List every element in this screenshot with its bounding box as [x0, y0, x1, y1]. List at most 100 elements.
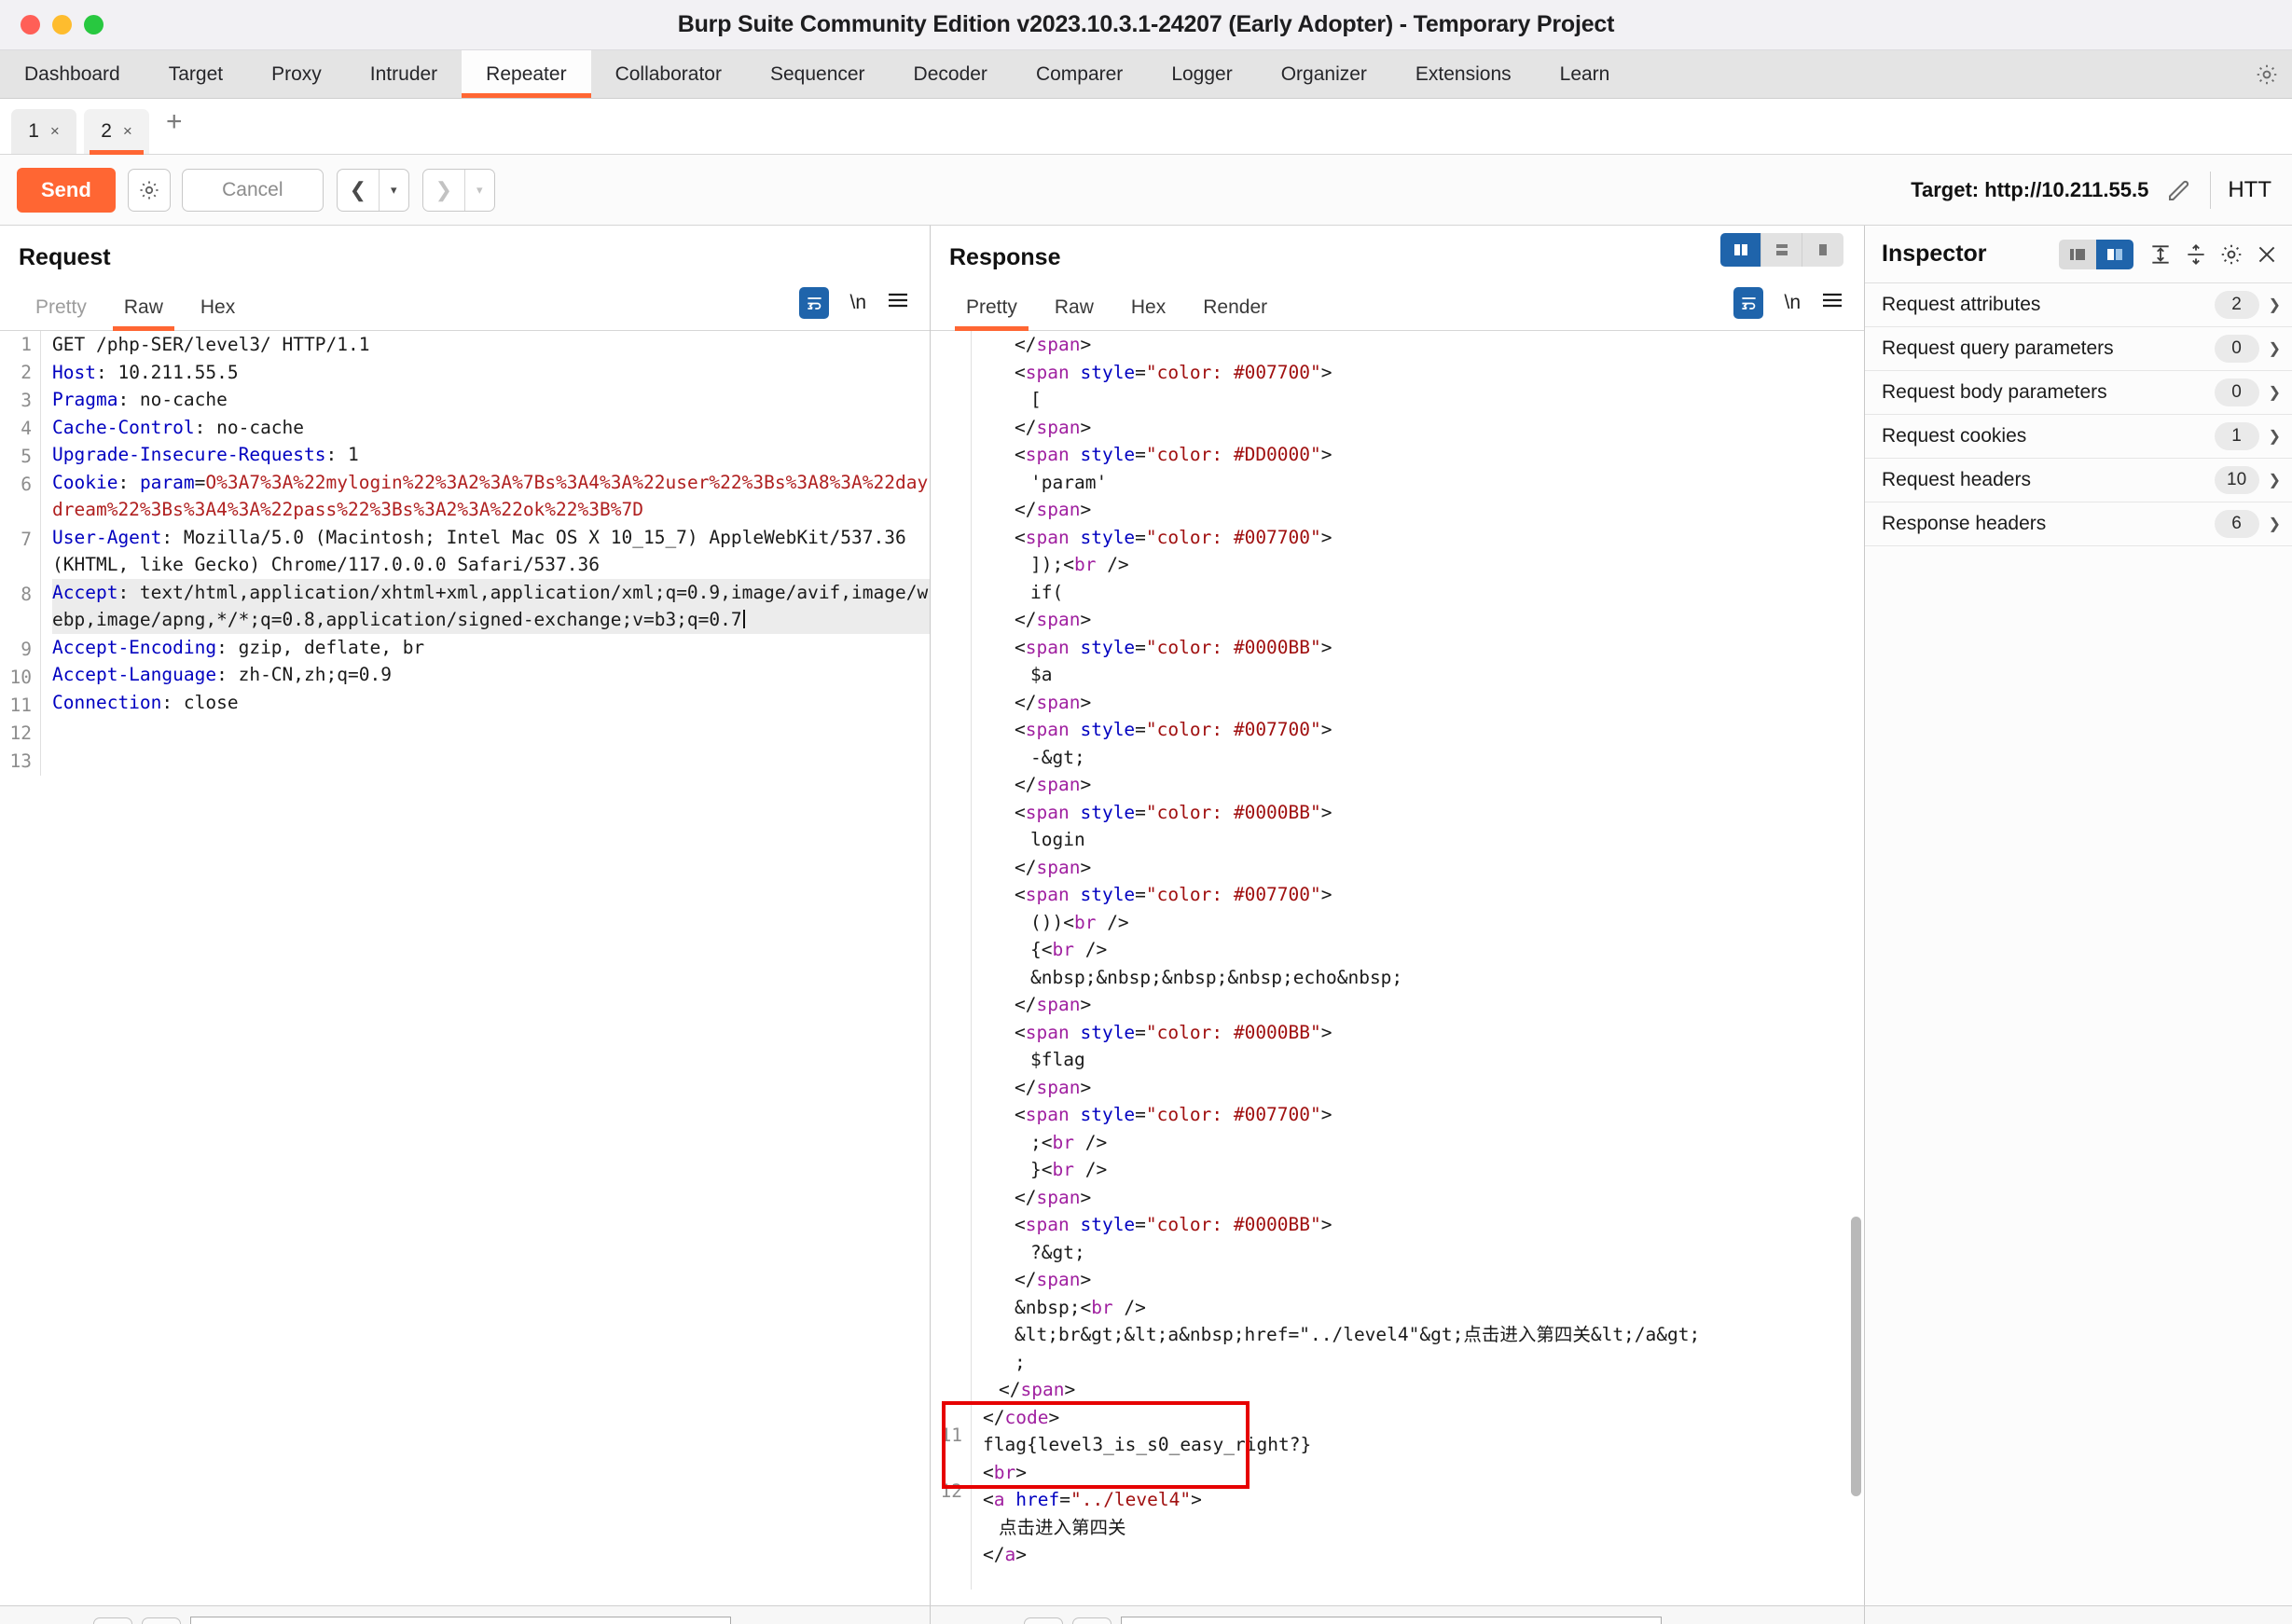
- code-line[interactable]: <a href="../level4">: [983, 1486, 1864, 1514]
- code-line[interactable]: &lt;br&gt;&lt;a&nbsp;href="../level4"&gt…: [983, 1321, 1864, 1349]
- nav-tab-decoder[interactable]: Decoder: [890, 50, 1012, 98]
- code-line[interactable]: </span>: [983, 414, 1864, 442]
- code-line[interactable]: [52, 716, 930, 744]
- code-line[interactable]: if(: [983, 579, 1864, 607]
- chevron-down-icon[interactable]: ❯: [2269, 471, 2286, 489]
- code-line[interactable]: </span>: [983, 991, 1864, 1019]
- add-repeater-tab-button[interactable]: +: [157, 107, 196, 145]
- arrow-right-icon[interactable]: →: [142, 1617, 181, 1624]
- code-line[interactable]: Pragma: no-cache: [52, 386, 930, 414]
- code-line[interactable]: Upgrade-Insecure-Requests: 1: [52, 441, 930, 469]
- code-line[interactable]: flag{level3_is_s0_easy_right?}: [983, 1431, 1864, 1459]
- code-line[interactable]: $a: [983, 661, 1864, 689]
- pencil-icon[interactable]: [2165, 176, 2193, 204]
- hamburger-menu-icon[interactable]: [887, 292, 909, 314]
- arrow-right-icon[interactable]: →: [1072, 1617, 1111, 1624]
- chevron-down-icon[interactable]: ❯: [2269, 515, 2286, 533]
- chevron-down-icon[interactable]: ▾: [378, 169, 408, 211]
- response-tab-hex[interactable]: Hex: [1112, 296, 1184, 330]
- code-line[interactable]: <span style="color: #0000BB">: [983, 1211, 1864, 1239]
- code-line[interactable]: <br>: [983, 1459, 1864, 1487]
- nav-tab-collaborator[interactable]: Collaborator: [591, 50, 746, 98]
- code-line[interactable]: <span style="color: #DD0000">: [983, 441, 1864, 469]
- nav-tab-intruder[interactable]: Intruder: [346, 50, 462, 98]
- code-line[interactable]: GET /php-SER/level3/ HTTP/1.1: [52, 331, 930, 359]
- hamburger-menu-icon[interactable]: [1821, 292, 1843, 314]
- response-tab-pretty[interactable]: Pretty: [947, 296, 1036, 331]
- inspector-row-request-attributes[interactable]: Request attributes 2 ❯: [1865, 283, 2292, 327]
- single-view-button[interactable]: [1802, 233, 1843, 267]
- code-line[interactable]: </span>: [983, 1376, 1864, 1404]
- request-tab-hex[interactable]: Hex: [182, 296, 254, 330]
- code-line[interactable]: [: [983, 386, 1864, 414]
- code-line[interactable]: </span>: [983, 606, 1864, 634]
- code-line[interactable]: </span>: [983, 496, 1864, 524]
- chevron-down-icon[interactable]: ❯: [2269, 427, 2286, 446]
- cancel-button[interactable]: Cancel: [181, 168, 324, 212]
- go-back-split-button[interactable]: ❮ ▾: [336, 168, 409, 212]
- gear-icon[interactable]: [2219, 242, 2244, 267]
- split-horizontal-view-button[interactable]: [1761, 233, 1802, 267]
- code-line[interactable]: $flag: [983, 1046, 1864, 1074]
- nav-tab-extensions[interactable]: Extensions: [1391, 50, 1536, 98]
- request-editor[interactable]: 1 2 3 4 5 6 7 8 9 10 11 12 13 GET /php-SER/level3/ H…: [0, 331, 930, 1605]
- code-line[interactable]: </span>: [983, 1266, 1864, 1294]
- request-code[interactable]: GET /php-SER/level3/ HTTP/1.1 Host: 10.21…: [41, 331, 930, 776]
- repeater-tab-2[interactable]: 2 ×: [84, 109, 149, 155]
- split-vertical-view-button[interactable]: [1720, 233, 1761, 267]
- code-line[interactable]: ?&gt;: [983, 1239, 1864, 1267]
- inspector-row-request-cookies[interactable]: Request cookies 1 ❯: [1865, 415, 2292, 459]
- code-line[interactable]: -&gt;: [983, 744, 1864, 772]
- close-icon[interactable]: ×: [123, 122, 132, 141]
- chevron-left-icon[interactable]: ❮: [338, 170, 379, 211]
- code-line[interactable]: ]);<br />: [983, 551, 1864, 579]
- inspector-row-request-body-parameters[interactable]: Request body parameters 0 ❯: [1865, 371, 2292, 415]
- chevron-down-icon[interactable]: ❯: [2269, 296, 2286, 314]
- inspector-layout-right-button[interactable]: [2096, 239, 2133, 269]
- code-line[interactable]: </span>: [983, 331, 1864, 359]
- gear-icon[interactable]: [2255, 50, 2292, 98]
- code-line[interactable]: <span style="color: #0000BB">: [983, 799, 1864, 827]
- code-line[interactable]: <span style="color: #007700">: [983, 524, 1864, 552]
- send-button[interactable]: Send: [17, 167, 116, 213]
- chevron-right-icon[interactable]: ❯: [423, 170, 464, 211]
- code-line[interactable]: Accept: text/html,application/xhtml+xml,…: [52, 578, 930, 634]
- code-line[interactable]: User-Agent: Mozilla/5.0 (Macintosh; Inte…: [52, 524, 930, 579]
- response-search-box[interactable]: [1121, 1616, 1662, 1624]
- close-icon[interactable]: ×: [50, 122, 60, 141]
- nav-tab-organizer[interactable]: Organizer: [1257, 50, 1391, 98]
- code-line[interactable]: &nbsp;<br />: [983, 1294, 1864, 1322]
- code-line[interactable]: <span style="color: #0000BB">: [983, 634, 1864, 662]
- chevron-down-icon[interactable]: ❯: [2269, 383, 2286, 402]
- code-line[interactable]: </span>: [983, 1074, 1864, 1102]
- code-line[interactable]: Cache-Control: no-cache: [52, 414, 930, 442]
- code-line[interactable]: 点击进入第四关: [983, 1514, 1864, 1542]
- code-line[interactable]: </span>: [983, 854, 1864, 882]
- code-line[interactable]: </a>: [983, 1541, 1864, 1569]
- word-wrap-icon[interactable]: [799, 287, 830, 319]
- inspector-row-response-headers[interactable]: Response headers 6 ❯: [1865, 502, 2292, 546]
- code-line[interactable]: <span style="color: #007700">: [983, 1101, 1864, 1129]
- repeater-tab-1[interactable]: 1 ×: [11, 109, 76, 154]
- nav-tab-comparer[interactable]: Comparer: [1012, 50, 1147, 98]
- code-line[interactable]: <span style="color: #007700">: [983, 716, 1864, 744]
- code-line[interactable]: Accept-Encoding: gzip, deflate, br: [52, 634, 930, 662]
- code-line[interactable]: <span style="color: #0000BB">: [983, 1019, 1864, 1047]
- response-tab-raw[interactable]: Raw: [1036, 296, 1112, 330]
- code-line[interactable]: <span style="color: #007700">: [983, 881, 1864, 909]
- nav-tab-repeater[interactable]: Repeater: [462, 50, 591, 98]
- request-tab-raw[interactable]: Raw: [105, 296, 182, 331]
- nav-tab-learn[interactable]: Learn: [1536, 50, 1635, 98]
- code-line[interactable]: Host: 10.211.55.5: [52, 359, 930, 387]
- code-line[interactable]: {<br />: [983, 936, 1864, 964]
- code-line[interactable]: ;: [983, 1349, 1864, 1377]
- gear-icon[interactable]: [127, 168, 171, 212]
- code-line[interactable]: </span>: [983, 771, 1864, 799]
- code-line[interactable]: ())<br />: [983, 909, 1864, 937]
- code-line[interactable]: login: [983, 826, 1864, 854]
- code-line[interactable]: Cookie: param=O%3A7%3A%22mylogin%22%3A2%…: [52, 469, 930, 524]
- code-line[interactable]: &nbsp;&nbsp;&nbsp;&nbsp;echo&nbsp;: [983, 964, 1864, 992]
- newline-toggle[interactable]: \n: [1784, 292, 1801, 314]
- close-icon[interactable]: [2255, 242, 2279, 267]
- nav-tab-sequencer[interactable]: Sequencer: [746, 50, 890, 98]
